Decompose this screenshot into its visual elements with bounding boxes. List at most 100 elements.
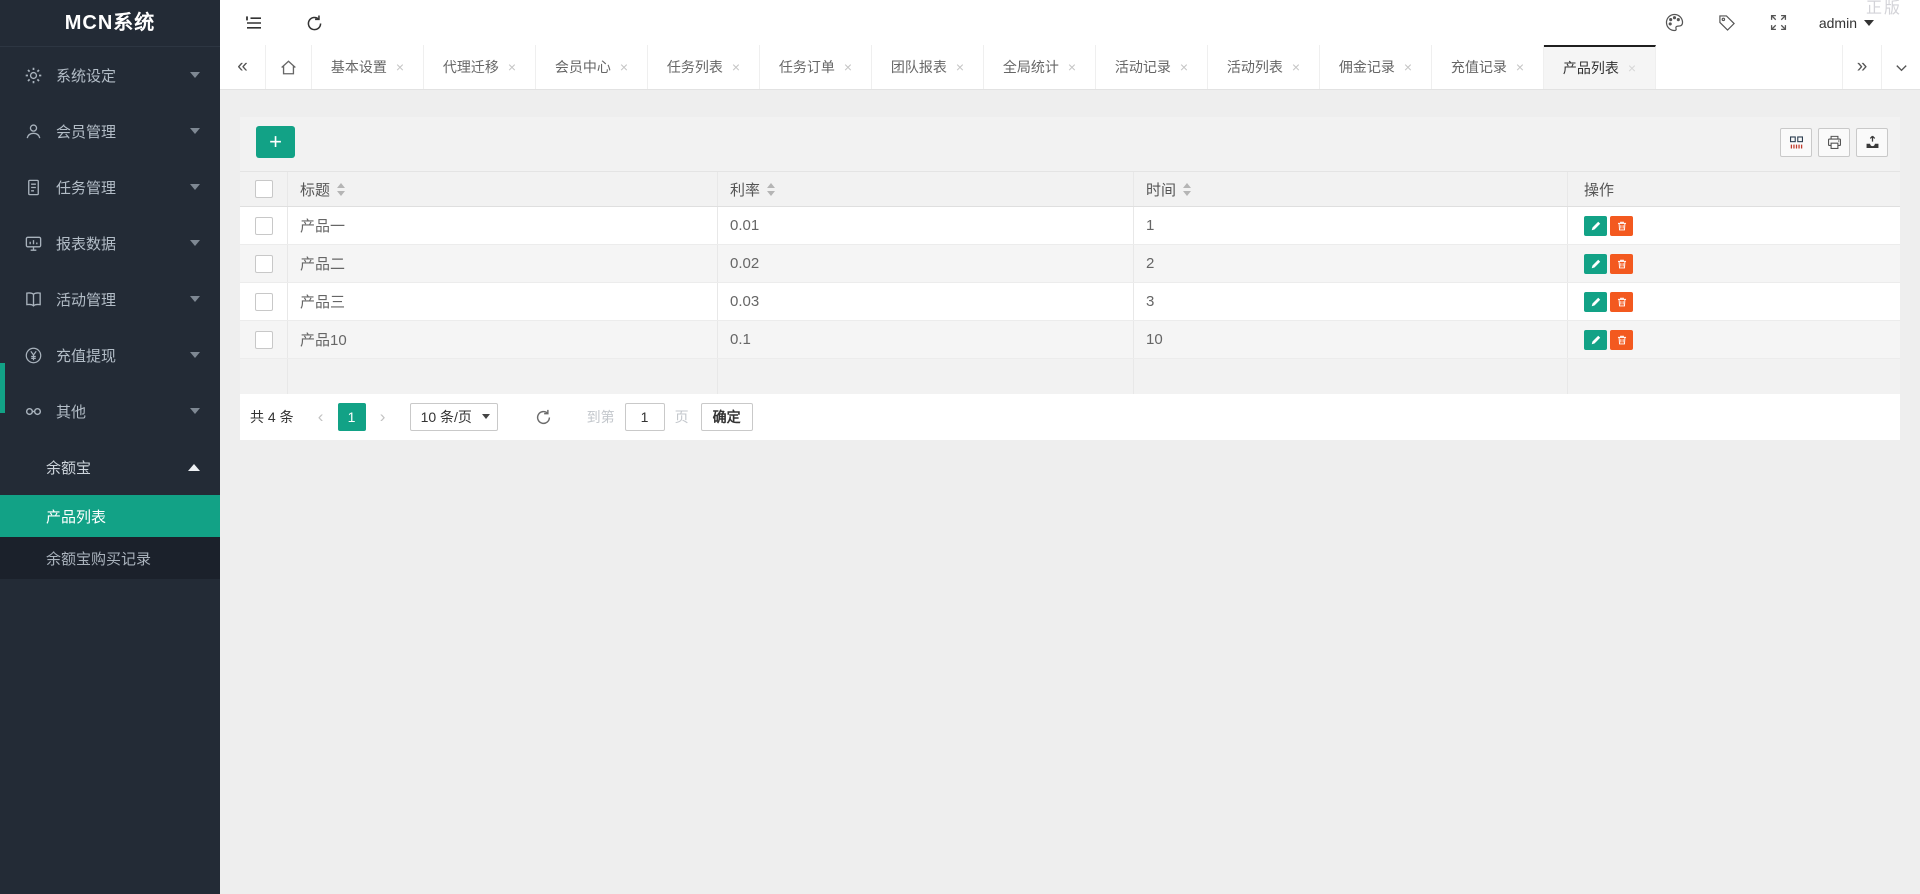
close-icon[interactable]: × xyxy=(396,60,404,74)
tab-4[interactable]: 任务订单 × xyxy=(760,45,872,89)
sidebar: MCN系统 系统设定 会员管理 任务管理 报表数据 活动管理 充值提现 其他 余… xyxy=(0,0,220,894)
table-body: 产品一 0.01 1 产品二 0.02 2 产品三 0.03 3 产品10 0.… xyxy=(240,207,1900,359)
chevron-down-icon xyxy=(190,408,200,414)
tabs-menu-button[interactable] xyxy=(1881,45,1920,89)
edit-button[interactable] xyxy=(1584,291,1607,312)
columns-icon xyxy=(1788,134,1805,151)
sidebar-item-product-list[interactable]: 产品列表 xyxy=(0,495,220,537)
home-tab-button[interactable] xyxy=(266,45,312,89)
chevron-down-icon xyxy=(1864,19,1874,26)
sidebar-item-purchase-records[interactable]: 余额宝购买记录 xyxy=(0,537,220,579)
select-all-checkbox[interactable] xyxy=(254,180,273,198)
tab-0[interactable]: 基本设置 × xyxy=(312,45,424,89)
export-icon xyxy=(1864,134,1881,151)
close-icon[interactable]: × xyxy=(1628,61,1636,75)
close-icon[interactable]: × xyxy=(1180,60,1188,74)
trash-icon xyxy=(1616,334,1628,346)
export-button[interactable] xyxy=(1856,128,1888,157)
username: admin xyxy=(1818,14,1857,31)
sort-icon[interactable] xyxy=(767,182,776,196)
tabbar: « 基本设置 × 代理迁移 × 会员中心 × 任务列表 × 任务订单 × 团队报… xyxy=(220,45,1920,90)
sidebar-item-system-settings[interactable]: 系统设定 xyxy=(0,47,220,103)
close-icon[interactable]: × xyxy=(508,60,516,74)
menu-toggle-button[interactable] xyxy=(242,11,266,35)
prev-page-button[interactable]: ‹ xyxy=(308,407,334,427)
page-size-select[interactable]: 10 条/页 xyxy=(409,403,498,431)
cell-rate: 0.1 xyxy=(718,321,1134,358)
close-icon[interactable]: × xyxy=(1516,60,1524,74)
row-checkbox[interactable] xyxy=(254,292,273,311)
delete-button[interactable] xyxy=(1610,215,1633,236)
pencil-icon xyxy=(1590,296,1602,308)
print-button[interactable] xyxy=(1818,128,1850,157)
close-icon[interactable]: × xyxy=(844,60,852,74)
tab-2[interactable]: 会员中心 × xyxy=(536,45,648,89)
table-row: 产品三 0.03 3 xyxy=(240,283,1900,321)
sidebar-item-other[interactable]: 其他 xyxy=(0,383,220,439)
next-page-button[interactable]: › xyxy=(370,407,396,427)
tab-label: 团队报表 xyxy=(890,59,947,75)
edit-button[interactable] xyxy=(1584,329,1607,350)
delete-button[interactable] xyxy=(1610,253,1633,274)
tab-6[interactable]: 全局统计 × xyxy=(984,45,1096,89)
tab-11[interactable]: 产品列表 × xyxy=(1544,45,1656,89)
table-row: 产品10 0.1 10 xyxy=(240,321,1900,359)
trash-icon xyxy=(1616,258,1628,270)
sidebar-item-reports[interactable]: 报表数据 xyxy=(0,215,220,271)
fullscreen-button[interactable] xyxy=(1767,11,1791,35)
tabs-scroll-right-button[interactable]: » xyxy=(1842,45,1881,89)
tab-9[interactable]: 佣金记录 × xyxy=(1320,45,1432,89)
columns-button[interactable] xyxy=(1780,128,1812,157)
pagination-refresh-button[interactable] xyxy=(534,408,553,427)
confirm-button[interactable]: 确定 xyxy=(700,403,753,431)
add-button[interactable]: + xyxy=(256,126,295,158)
close-icon[interactable]: × xyxy=(620,60,628,74)
cell-time: 1 xyxy=(1134,207,1568,244)
close-icon[interactable]: × xyxy=(1292,60,1300,74)
chevron-up-icon xyxy=(188,463,200,471)
tab-5[interactable]: 团队报表 × xyxy=(872,45,984,89)
product-table: 标题 利率 时间 操作 产品一 0.01 1 产品二 0.02 2 产品三 0.… xyxy=(240,171,1900,394)
goto-page-input[interactable] xyxy=(624,403,665,431)
sidebar-item-tasks[interactable]: 任务管理 xyxy=(0,159,220,215)
tab-1[interactable]: 代理迁移 × xyxy=(424,45,536,89)
edit-button[interactable] xyxy=(1584,253,1607,274)
row-checkbox[interactable] xyxy=(254,330,273,349)
delete-button[interactable] xyxy=(1610,291,1633,312)
sidebar-group-yuebao[interactable]: 余额宝 xyxy=(0,439,220,495)
refresh-button[interactable] xyxy=(302,11,326,35)
row-checkbox[interactable] xyxy=(254,254,273,273)
tab-label: 佣金记录 xyxy=(1338,59,1395,75)
delete-button[interactable] xyxy=(1610,329,1633,350)
sidebar-item-activities[interactable]: 活动管理 xyxy=(0,271,220,327)
gear-icon xyxy=(24,66,43,85)
sort-icon[interactable] xyxy=(1183,182,1192,196)
close-icon[interactable]: × xyxy=(956,60,964,74)
chevron-down-icon xyxy=(190,128,200,134)
tabs-scroll-left-button[interactable]: « xyxy=(220,45,266,89)
chevron-down-icon xyxy=(190,72,200,78)
close-icon[interactable]: × xyxy=(1068,60,1076,74)
close-icon[interactable]: × xyxy=(1404,60,1412,74)
theme-button[interactable] xyxy=(1663,11,1687,35)
tab-label: 任务订单 xyxy=(778,59,835,75)
tab-label: 活动列表 xyxy=(1226,59,1283,75)
table-header: 标题 利率 时间 操作 xyxy=(240,171,1900,207)
row-checkbox[interactable] xyxy=(254,216,273,235)
tab-3[interactable]: 任务列表 × xyxy=(648,45,760,89)
sidebar-item-members[interactable]: 会员管理 xyxy=(0,103,220,159)
tag-button[interactable] xyxy=(1715,11,1739,35)
sidebar-item-label: 余额宝购买记录 xyxy=(46,550,152,568)
close-icon[interactable]: × xyxy=(732,60,740,74)
current-page-button[interactable]: 1 xyxy=(337,403,366,431)
tab-8[interactable]: 活动列表 × xyxy=(1208,45,1320,89)
tab-7[interactable]: 活动记录 × xyxy=(1096,45,1208,89)
tab-10[interactable]: 充值记录 × xyxy=(1432,45,1544,89)
sort-icon[interactable] xyxy=(337,182,346,196)
edit-button[interactable] xyxy=(1584,215,1607,236)
tabbar-right-controls: » xyxy=(1842,45,1920,89)
sidebar-item-recharge-withdraw[interactable]: 充值提现 xyxy=(0,327,220,383)
cell-rate: 0.02 xyxy=(718,245,1134,282)
table-filler-row xyxy=(240,359,1900,394)
sidebar-item-label: 报表数据 xyxy=(56,235,117,253)
